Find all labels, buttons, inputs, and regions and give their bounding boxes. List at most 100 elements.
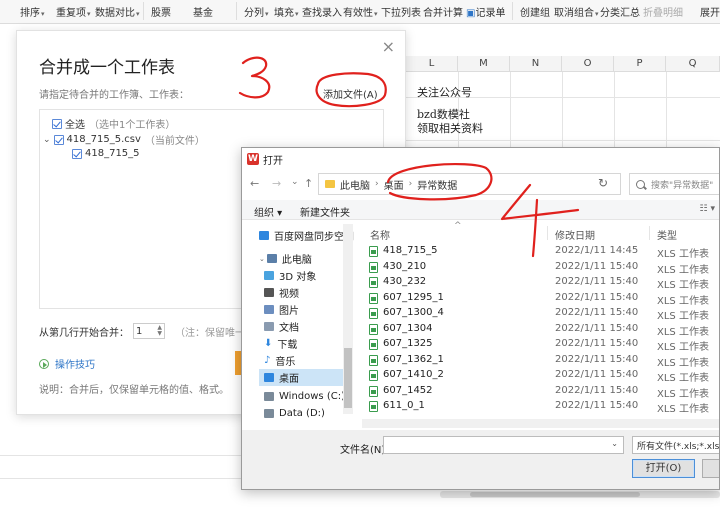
- grid-row-line: [0, 478, 241, 479]
- ribbon-record-button[interactable]: ▣记录单: [466, 4, 505, 19]
- column-divider[interactable]: [649, 226, 650, 240]
- breadcrumb-separator-icon[interactable]: ›: [375, 179, 379, 189]
- ribbon-stocks-button[interactable]: 股票: [151, 4, 171, 19]
- checkbox-checked-icon[interactable]: [53, 134, 64, 145]
- ribbon-funds-button[interactable]: 基金: [193, 4, 213, 19]
- ribbon-consolidate-button[interactable]: 合并计算: [423, 4, 463, 19]
- wps-logo-icon: W: [247, 153, 259, 165]
- cell-l4[interactable]: 领取相关资料: [417, 120, 483, 136]
- stepper-arrows-icon[interactable]: ▲ ▼: [157, 325, 162, 337]
- column-name-header[interactable]: 名称: [370, 227, 390, 242]
- file-type: XLS 工作表: [657, 264, 709, 276]
- column-modified-header[interactable]: 修改日期: [555, 227, 595, 242]
- ribbon-collapse-button[interactable]: 折叠明细: [643, 4, 683, 19]
- nav-item-downloads[interactable]: ⬇ 下载: [264, 335, 297, 352]
- open-button[interactable]: 打开(O): [632, 459, 695, 478]
- file-row[interactable]: 607_1304 2022/1/11 15:40 XLS 工作表: [369, 322, 719, 338]
- cloud-icon: [259, 231, 269, 240]
- column-header-m[interactable]: M: [458, 56, 510, 72]
- ribbon-lookup-button[interactable]: 查找录入: [302, 4, 342, 19]
- address-bar[interactable]: 此电脑 › 桌面 › 异常数据: [318, 173, 621, 195]
- column-divider[interactable]: [547, 226, 548, 240]
- cancel-button[interactable]: [702, 459, 719, 478]
- nav-pane-scroll-thumb[interactable]: [344, 348, 352, 408]
- view-options-icon[interactable]: ☷ ▾: [700, 204, 715, 214]
- ribbon-split-button[interactable]: 分列▾: [244, 4, 269, 19]
- nav-item-data-d[interactable]: Data (D:): [264, 405, 325, 422]
- chevron-down-icon[interactable]: ⌄: [259, 255, 265, 263]
- breadcrumb-desktop[interactable]: 桌面: [384, 177, 404, 192]
- nav-item-videos[interactable]: 视频: [264, 284, 299, 301]
- sheet-scroll-thumb[interactable]: [470, 492, 640, 497]
- ribbon-ungroup-button[interactable]: 取消组合▾: [554, 4, 599, 19]
- tips-link[interactable]: 操作技巧: [39, 356, 95, 371]
- nav-item-pictures[interactable]: 图片: [264, 301, 299, 318]
- nav-item-documents[interactable]: 文档: [264, 318, 299, 335]
- nav-item-windows-c[interactable]: Windows (C:): [264, 388, 345, 405]
- file-row[interactable]: 607_1325 2022/1/11 15:40 XLS 工作表: [369, 337, 719, 353]
- breadcrumb-anomaly-data[interactable]: 异常数据: [417, 177, 457, 192]
- file-row[interactable]: 607_1452 2022/1/11 15:40 XLS 工作表: [369, 384, 719, 400]
- nav-item-3d-objects[interactable]: 3D 对象: [264, 267, 316, 284]
- file-row[interactable]: 607_1300_4 2022/1/11 15:40 XLS 工作表: [369, 306, 719, 322]
- ribbon-subtotal-button[interactable]: 分类汇总: [600, 4, 640, 19]
- ribbon-compare-button[interactable]: 数据对比▾: [95, 4, 140, 19]
- file-row[interactable]: 418_715_5 2022/1/11 14:45 XLS 工作表: [369, 244, 719, 260]
- nav-item-baidu-sync[interactable]: 百度网盘同步空间: [259, 227, 354, 244]
- nav-label: 图片: [279, 306, 299, 317]
- file-type-select[interactable]: 所有文件(*.xls;*.xlsx;*: [632, 436, 719, 454]
- dialog-title: 合并成一个工作表: [39, 58, 175, 78]
- tips-label[interactable]: 操作技巧: [55, 356, 95, 371]
- file-row[interactable]: 607_1362_1 2022/1/11 15:40 XLS 工作表: [369, 353, 719, 369]
- breadcrumb-separator-icon[interactable]: ›: [409, 179, 413, 189]
- file-row[interactable]: 430_210 2022/1/11 15:40 XLS 工作表: [369, 260, 719, 276]
- column-header-n[interactable]: N: [510, 56, 562, 72]
- column-header-p[interactable]: P: [614, 56, 666, 72]
- forward-arrow-icon[interactable]: →: [272, 177, 281, 190]
- recent-locations-icon[interactable]: ⌄: [291, 177, 299, 187]
- cube-icon: [264, 271, 274, 280]
- file-row[interactable]: 607_1410_2 2022/1/11 15:40 XLS 工作表: [369, 368, 719, 384]
- column-header-q[interactable]: Q: [666, 56, 720, 72]
- add-file-button[interactable]: 添加文件(A): [323, 86, 378, 101]
- column-header-o[interactable]: O: [562, 56, 614, 72]
- ribbon-expand-button[interactable]: 展开: [700, 4, 720, 19]
- breadcrumb-this-pc[interactable]: 此电脑: [340, 177, 370, 192]
- tree-select-all[interactable]: 全选 （选中1个工作表）: [52, 116, 175, 131]
- tree-sheet-node[interactable]: 418_715_5: [72, 148, 140, 159]
- folder-icon: [325, 180, 335, 188]
- start-row-stepper[interactable]: 1 ▲ ▼: [133, 323, 165, 339]
- ribbon-validity-button[interactable]: 有效性▾: [343, 4, 378, 19]
- up-arrow-icon[interactable]: ↑: [304, 177, 313, 190]
- file-row[interactable]: 611_0_1 2022/1/11 15:40 XLS 工作表: [369, 399, 719, 415]
- checkbox-checked-icon[interactable]: [72, 148, 82, 159]
- close-icon[interactable]: ×: [382, 37, 395, 56]
- organize-button[interactable]: 组织 ▾: [254, 204, 282, 219]
- ribbon-duplicates-button[interactable]: 重复项▾: [56, 4, 91, 19]
- ribbon-dropdown-list-button[interactable]: 下拉列表: [381, 4, 421, 19]
- ribbon-fill-button[interactable]: 填充▾: [274, 4, 299, 19]
- nav-item-desktop[interactable]: 桌面: [259, 369, 343, 386]
- new-folder-button[interactable]: 新建文件夹: [300, 204, 350, 219]
- nav-item-music[interactable]: ♪ 音乐: [264, 352, 295, 369]
- chevron-down-icon[interactable]: ⌄: [43, 135, 51, 145]
- search-input[interactable]: 搜索"异常数据": [629, 173, 719, 195]
- refresh-icon[interactable]: ↻: [598, 176, 608, 190]
- nav-label: 文档: [279, 323, 299, 334]
- file-row[interactable]: 607_1295_1 2022/1/11 15:40 XLS 工作表: [369, 291, 719, 307]
- cell-l2[interactable]: 关注公众号: [417, 84, 472, 100]
- chevron-down-icon[interactable]: ⌄: [611, 439, 618, 448]
- tree-file-node[interactable]: ⌄ 418_715_5.csv （当前文件）: [43, 132, 205, 147]
- nav-item-this-pc[interactable]: ⌄ 此电脑: [259, 250, 312, 267]
- ribbon-sort-button[interactable]: 排序▾: [20, 4, 45, 19]
- column-type-header[interactable]: 类型: [657, 227, 677, 242]
- file-row[interactable]: 430_232 2022/1/11 15:40 XLS 工作表: [369, 275, 719, 291]
- column-header-l[interactable]: L: [406, 56, 458, 72]
- filename-input[interactable]: ⌄: [383, 436, 624, 454]
- checkbox-checked-icon[interactable]: [52, 118, 62, 129]
- file-modified-date: 2022/1/11 15:40: [555, 260, 639, 272]
- sort-up-icon[interactable]: ^: [454, 221, 462, 231]
- ribbon-create-group-button[interactable]: 创建组: [520, 4, 550, 19]
- back-arrow-icon[interactable]: ←: [250, 177, 259, 190]
- file-list-horizontal-scrollbar[interactable]: [362, 419, 719, 428]
